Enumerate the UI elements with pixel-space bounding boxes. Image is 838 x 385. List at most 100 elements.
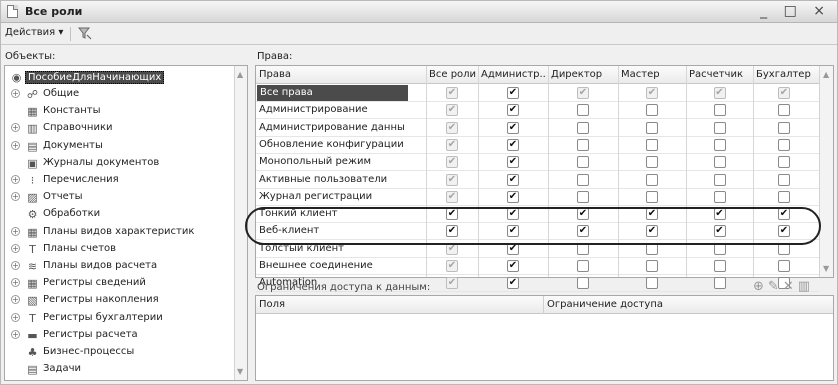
right-checkbox[interactable]: ✔ — [507, 156, 519, 169]
right-checkbox[interactable]: ✔ — [778, 208, 790, 221]
right-checkbox[interactable] — [577, 156, 589, 169]
right-checkbox[interactable] — [577, 138, 589, 151]
table-icon[interactable]: ▥ — [798, 279, 814, 294]
right-checkbox[interactable] — [646, 156, 658, 169]
right-checkbox[interactable] — [577, 173, 589, 186]
actions-menu-button[interactable]: Действия ▾ — [5, 27, 63, 38]
right-checkbox[interactable]: ✔ — [713, 208, 726, 221]
column-header[interactable]: Бухгалтер — [756, 69, 814, 80]
right-checkbox[interactable]: ✔ — [507, 173, 519, 186]
right-checkbox[interactable] — [778, 260, 790, 272]
tree-item[interactable]: ▤ Задачи — [5, 361, 235, 378]
right-checkbox[interactable] — [646, 104, 658, 117]
right-checkbox[interactable] — [577, 190, 589, 203]
expand-icon[interactable]: + — [11, 89, 20, 98]
scroll-up-icon[interactable]: ▲ — [237, 70, 243, 79]
right-checkbox[interactable] — [646, 173, 658, 186]
tree-item[interactable]: ▣ Журналы документов — [5, 155, 235, 172]
rights-row[interactable]: Веб-клиент ✔ ✔ ✔ ✔ ✔ ✔ — [256, 223, 819, 241]
objects-tree[interactable]: ◉ ПособиеДляНачинающих + ☍ Общие ▦ Константы… — [4, 65, 248, 381]
rights-grid[interactable]: Права Все роли Администр... Директор Мастер Р… — [255, 65, 834, 293]
expand-icon[interactable]: + — [11, 278, 20, 288]
column-access-restriction[interactable]: Ограничение доступа — [547, 299, 663, 310]
right-checkbox[interactable]: ✔ — [507, 242, 519, 255]
scroll-up-icon[interactable]: ▲ — [823, 70, 829, 79]
right-checkbox[interactable] — [577, 104, 589, 117]
right-checkbox[interactable] — [577, 260, 589, 272]
right-checkbox[interactable]: ✔ — [577, 225, 589, 238]
expand-icon[interactable]: + — [11, 261, 20, 270]
rights-row[interactable]: Администрирование данных ✔ ✔ — [256, 120, 819, 137]
right-checkbox[interactable] — [577, 277, 589, 290]
right-checkbox[interactable] — [713, 277, 726, 290]
rights-row[interactable]: Внешнее соединение ✔ ✔ — [256, 258, 819, 275]
right-checkbox[interactable] — [713, 121, 726, 134]
right-checkbox[interactable]: ✔ — [507, 138, 519, 151]
tree-item[interactable]: + ▧ Регистры накопления — [5, 292, 235, 309]
edit-icon[interactable]: ✎ — [768, 279, 783, 294]
tree-item[interactable]: + ▬ Регистры расчета — [5, 327, 235, 344]
right-checkbox[interactable]: ✔ — [446, 208, 458, 221]
add-icon[interactable]: ⊕ — [753, 279, 768, 294]
column-header[interactable]: Администр... — [481, 69, 547, 80]
column-header[interactable]: Директор — [551, 69, 617, 80]
rights-row[interactable]: Монопольный режим ✔ ✔ — [256, 154, 819, 172]
right-checkbox[interactable]: ✔ — [507, 190, 519, 203]
right-checkbox[interactable] — [646, 260, 658, 272]
right-checkbox[interactable]: ✔ — [507, 208, 519, 221]
filter-icon[interactable] — [77, 26, 92, 40]
tree-item[interactable]: + T Регистры бухгалтерии — [5, 310, 235, 327]
expand-icon[interactable]: + — [11, 123, 20, 133]
tree-item[interactable]: + ☍ Общие — [5, 86, 235, 103]
expand-icon[interactable]: + — [11, 329, 20, 339]
right-checkbox[interactable] — [713, 190, 726, 203]
tree-item[interactable]: ⚙ Обработки — [5, 206, 235, 223]
window-controls[interactable]: _ □ × — [760, 3, 831, 19]
right-checkbox[interactable] — [577, 242, 589, 255]
right-checkbox[interactable] — [646, 138, 658, 151]
rights-row[interactable]: Толстый клиент ✔ ✔ — [256, 241, 819, 258]
right-checkbox[interactable] — [778, 121, 790, 134]
tree-item[interactable]: + ▥ Справочники — [5, 120, 235, 137]
right-checkbox[interactable] — [713, 242, 726, 255]
rights-row[interactable]: Все права ✔ ✔ ✔ ✔ ✔ ✔ — [256, 85, 819, 102]
delete-icon[interactable]: ✕ — [783, 279, 798, 294]
right-checkbox[interactable] — [577, 121, 589, 134]
right-checkbox[interactable] — [778, 190, 790, 203]
expand-icon[interactable]: + — [11, 295, 20, 305]
rights-row[interactable]: Тонкий клиент ✔ ✔ ✔ ✔ ✔ ✔ — [256, 206, 819, 224]
expand-icon[interactable]: + — [11, 243, 20, 253]
right-checkbox[interactable] — [778, 242, 790, 255]
tree-item[interactable]: + ⁝ Перечисления — [5, 172, 235, 189]
right-checkbox[interactable]: ✔ — [646, 208, 658, 221]
scroll-down-icon[interactable]: ▼ — [823, 264, 829, 273]
right-checkbox[interactable]: ✔ — [507, 277, 519, 290]
right-checkbox[interactable] — [713, 173, 726, 186]
column-header[interactable]: Мастер — [621, 69, 685, 80]
right-checkbox[interactable] — [646, 190, 658, 203]
tree-item[interactable]: + ▤ Документы — [5, 138, 235, 155]
expand-icon[interactable]: + — [11, 312, 20, 322]
tree-item[interactable]: + ▦ Планы видов характеристик — [5, 224, 235, 241]
tree-scrollbar[interactable]: ▲ ▼ — [234, 66, 247, 380]
right-checkbox[interactable] — [713, 260, 726, 272]
tree-item[interactable]: + ▨ Отчеты — [5, 189, 235, 206]
scroll-down-icon[interactable]: ▼ — [237, 367, 243, 376]
right-checkbox[interactable] — [778, 156, 790, 169]
right-checkbox[interactable]: ✔ — [507, 260, 519, 272]
rights-row[interactable]: Администрирование ✔ ✔ — [256, 102, 819, 120]
tree-item[interactable]: + ≋ Планы видов расчета — [5, 258, 235, 275]
right-checkbox[interactable] — [778, 104, 790, 117]
right-checkbox[interactable] — [713, 156, 726, 169]
right-checkbox[interactable] — [646, 121, 658, 134]
right-checkbox[interactable] — [778, 138, 790, 151]
right-checkbox[interactable] — [646, 277, 658, 290]
right-checkbox[interactable]: ✔ — [713, 225, 726, 238]
column-fields[interactable]: Поля — [259, 299, 285, 310]
expand-icon[interactable]: + — [11, 226, 20, 236]
tree-item[interactable]: ♣ Бизнес-процессы — [5, 344, 235, 361]
right-checkbox[interactable]: ✔ — [507, 87, 519, 99]
right-checkbox[interactable]: ✔ — [646, 225, 658, 238]
right-checkbox[interactable]: ✔ — [507, 104, 519, 117]
expand-icon[interactable]: + — [11, 175, 20, 184]
